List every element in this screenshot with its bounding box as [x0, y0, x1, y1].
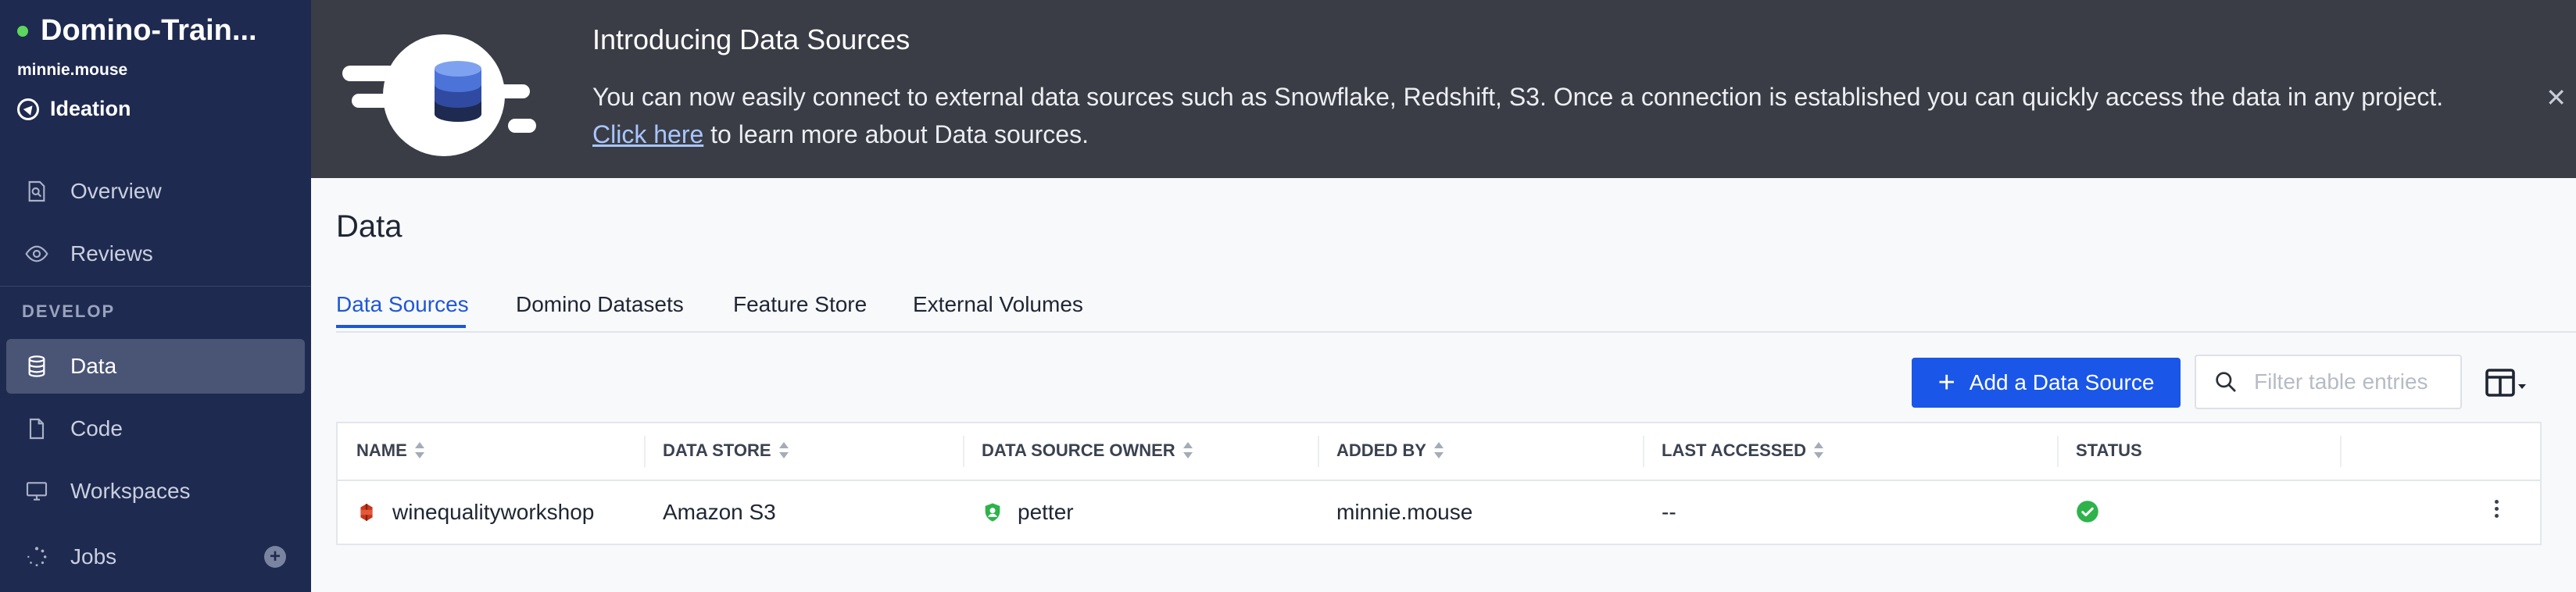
- cell-name[interactable]: winequalityworkshop: [356, 500, 594, 525]
- cell-added-by: minnie.mouse: [1336, 500, 1473, 524]
- cell-data-store: Amazon S3: [663, 500, 776, 524]
- header-label: DATA SOURCE OWNER: [982, 440, 1175, 460]
- column-separator: [644, 436, 646, 467]
- sidebar-item-label: Jobs: [70, 544, 117, 569]
- column-separator: [1643, 436, 1644, 467]
- tab-bar: Data Sources Domino Datasets Feature Sto…: [336, 286, 2576, 333]
- sidebar-item-workspaces[interactable]: Workspaces: [6, 464, 305, 519]
- amazon-s3-icon: [360, 504, 373, 521]
- sidebar-item-code[interactable]: Code: [6, 401, 305, 456]
- cell-owner: petter: [982, 500, 1074, 525]
- sidebar-item-label: Workspaces: [70, 479, 191, 503]
- sidebar-item-label: Code: [70, 416, 123, 440]
- sidebar-item-jobs[interactable]: Jobs +: [6, 530, 305, 584]
- column-separator: [2340, 436, 2342, 467]
- table-columns-icon: [2485, 369, 2526, 397]
- sidebar-item-label: Data: [70, 354, 117, 378]
- search-icon: [2216, 372, 2236, 392]
- row-actions-menu-icon[interactable]: [2493, 500, 2499, 518]
- column-header-last-accessed[interactable]: LAST ACCESSED: [1662, 440, 1823, 461]
- file-icon: [23, 415, 50, 442]
- table-header-row: NAME DATA STORE DATA SOURCE OWNER ADDED …: [338, 423, 2540, 481]
- sidebar-item-label: Overview: [70, 179, 162, 203]
- data-source-name[interactable]: winequalityworkshop: [392, 500, 594, 525]
- sidebar-item-overview[interactable]: Overview: [6, 164, 305, 219]
- column-settings-button[interactable]: [2485, 367, 2529, 398]
- banner-title: Introducing Data Sources: [592, 23, 911, 55]
- header-label: STATUS: [2076, 440, 2142, 460]
- column-header-data-store[interactable]: DATA STORE: [663, 440, 789, 461]
- header-label: ADDED BY: [1336, 440, 1426, 460]
- cell-last-accessed: --: [1662, 500, 1676, 524]
- page-title: Data: [336, 209, 402, 244]
- stage-label: Ideation: [50, 97, 131, 120]
- column-header-status: STATUS: [2076, 440, 2142, 461]
- tab-domino-datasets[interactable]: Domino Datasets: [516, 292, 684, 317]
- owner-name: petter: [1018, 500, 1074, 524]
- sort-icon[interactable]: [1813, 441, 1823, 460]
- header-label: NAME: [356, 440, 407, 460]
- sidebar-item-label: Reviews: [70, 241, 153, 266]
- add-job-icon[interactable]: +: [264, 546, 286, 568]
- close-icon[interactable]: ✕: [2546, 83, 2567, 112]
- header-label: DATA STORE: [663, 440, 771, 460]
- report-search-icon: [23, 178, 50, 205]
- filter-table-input[interactable]: [2252, 369, 2459, 395]
- active-tab-indicator: [336, 325, 466, 328]
- column-header-added-by[interactable]: ADDED BY: [1336, 440, 1444, 461]
- section-develop: DEVELOP: [22, 301, 116, 321]
- column-header-owner[interactable]: DATA SOURCE OWNER: [982, 440, 1193, 461]
- sidebar-item-reviews[interactable]: Reviews: [6, 226, 305, 281]
- column-separator: [1318, 436, 1319, 467]
- project-status-dot: [17, 25, 28, 37]
- database-icon: [23, 353, 50, 380]
- compass-icon: [17, 98, 39, 120]
- tab-data-sources[interactable]: Data Sources: [336, 292, 469, 317]
- filter-table-field[interactable]: [2195, 355, 2462, 409]
- banner-text-after: to learn more about Data sources.: [703, 120, 1089, 148]
- plus-icon: +: [1937, 366, 1955, 399]
- column-separator: [2057, 436, 2059, 467]
- banner-message: You can now easily connect to external d…: [592, 78, 2499, 153]
- add-data-source-label: Add a Data Source: [1969, 370, 2155, 394]
- sidebar: Domino-Train... minnie.mouse Ideation Ov…: [0, 0, 311, 592]
- tab-external-volumes[interactable]: External Volumes: [913, 292, 1083, 317]
- current-user: minnie.mouse: [17, 61, 128, 79]
- spinner-icon: [23, 544, 50, 570]
- tab-feature-store[interactable]: Feature Store: [733, 292, 867, 317]
- table-row[interactable]: winequalityworkshop Amazon S3 petter min…: [338, 480, 2540, 545]
- sort-icon[interactable]: [1182, 441, 1193, 460]
- cell-status: [2076, 500, 2099, 523]
- sort-icon[interactable]: [778, 441, 789, 460]
- column-separator: [963, 436, 964, 467]
- header-label: LAST ACCESSED: [1662, 440, 1806, 460]
- banner-text-before: You can now easily connect to external d…: [592, 83, 2444, 111]
- sidebar-item-data[interactable]: Data: [6, 339, 305, 394]
- monitor-icon: [23, 478, 50, 505]
- project-stage[interactable]: Ideation: [17, 97, 131, 121]
- data-sources-illustration-icon: [342, 34, 536, 156]
- sidebar-divider: [0, 286, 311, 287]
- eye-icon: [23, 241, 50, 267]
- column-header-name[interactable]: NAME: [356, 440, 424, 461]
- sort-icon[interactable]: [414, 441, 424, 460]
- add-data-source-button[interactable]: + Add a Data Source: [1912, 358, 2181, 408]
- sort-icon[interactable]: [1433, 441, 1444, 460]
- data-sources-table: NAME DATA STORE DATA SOURCE OWNER ADDED …: [336, 422, 2542, 545]
- banner-learn-more-link[interactable]: Click here: [592, 120, 703, 148]
- project-header[interactable]: Domino-Train...: [17, 14, 257, 48]
- owner-shield-icon: [985, 503, 1000, 522]
- check-circle-icon: [2077, 501, 2098, 522]
- announcement-banner: Introducing Data Sources You can now eas…: [311, 0, 2576, 178]
- project-name[interactable]: Domino-Train...: [41, 14, 257, 48]
